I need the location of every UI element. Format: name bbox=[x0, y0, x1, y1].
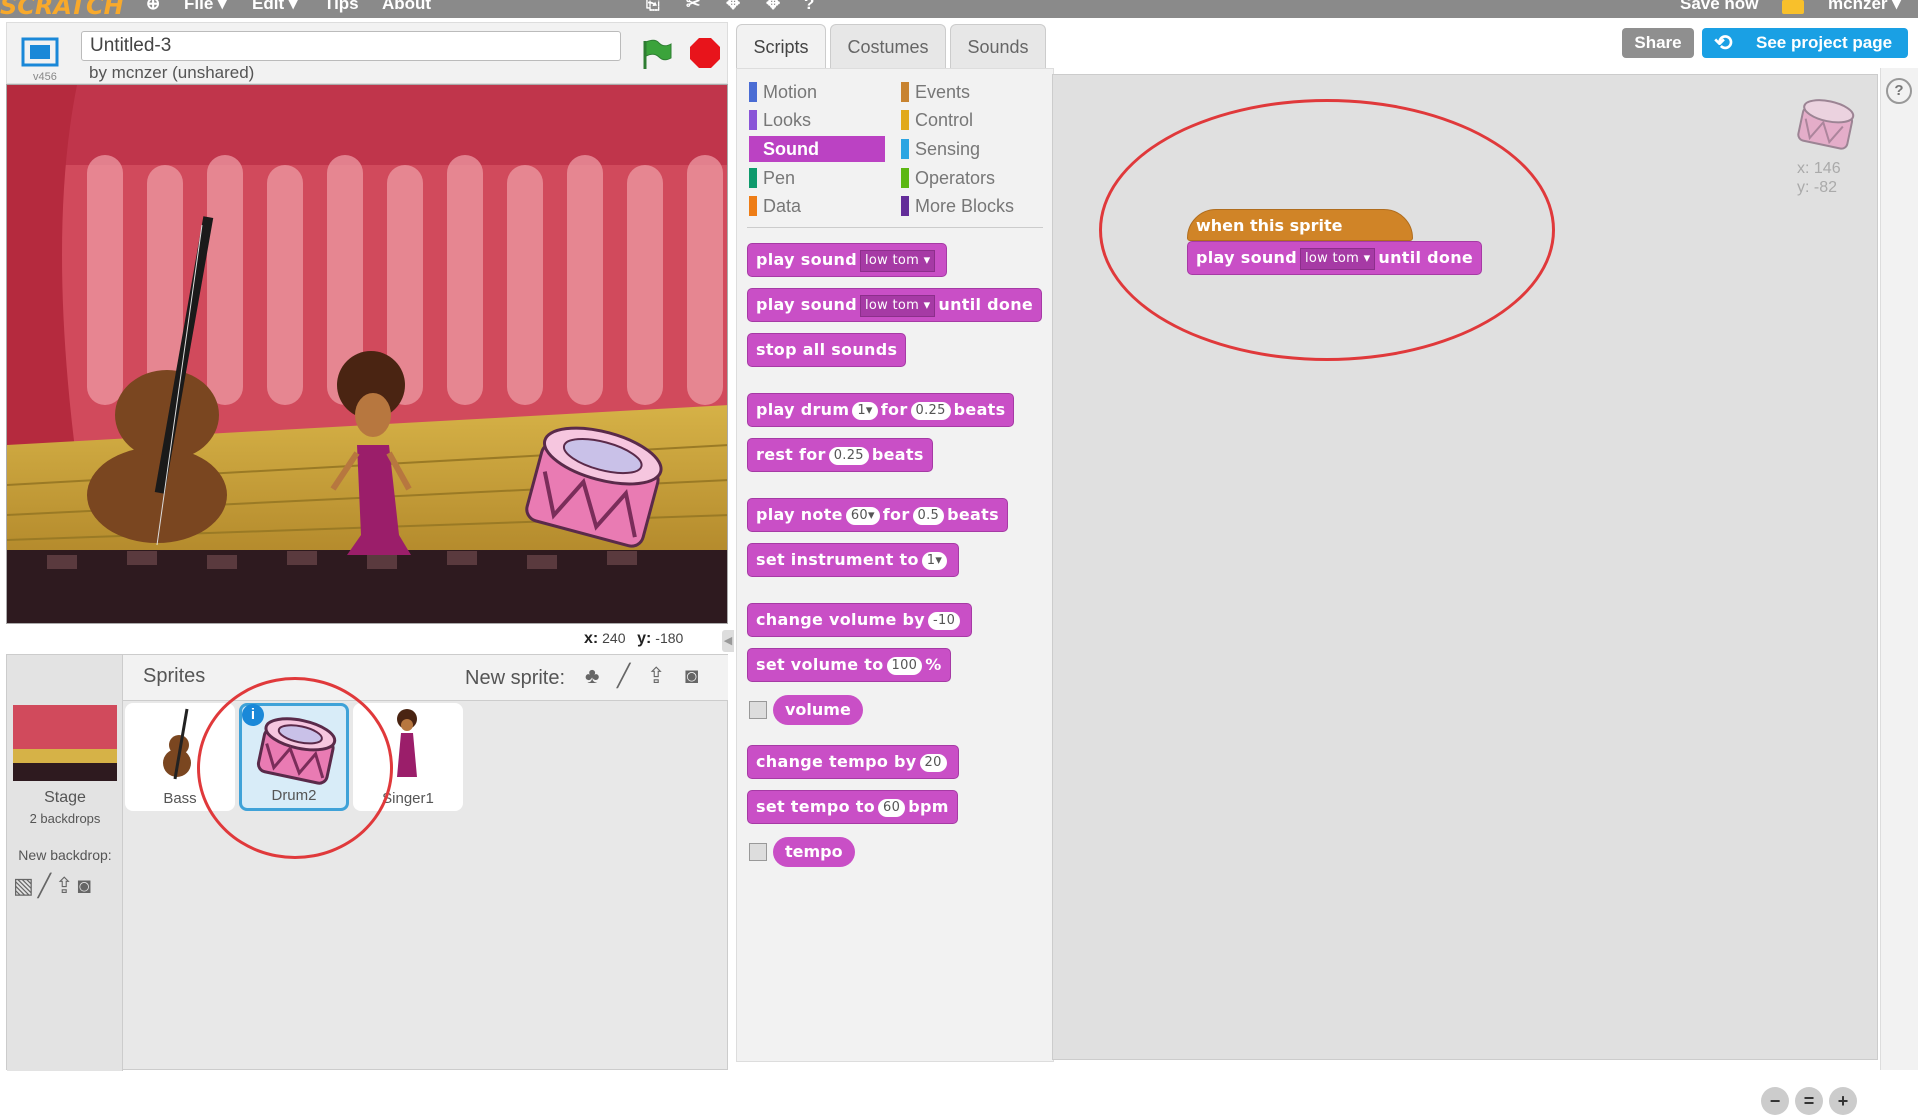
category-sensing[interactable]: Sensing bbox=[901, 136, 1037, 162]
sprites-header: Sprites New sprite: ♣ ╱ ⇪ ◙ bbox=[123, 655, 728, 701]
stage-backdrop bbox=[7, 85, 727, 623]
fullscreen-icon[interactable] bbox=[21, 37, 59, 67]
sprite-library-icon[interactable]: ♣ bbox=[585, 663, 613, 691]
upload-icon[interactable]: ⇪ bbox=[55, 873, 77, 898]
menu-file[interactable]: File ▾ bbox=[184, 0, 227, 14]
reporter-volume[interactable]: volume bbox=[773, 695, 863, 725]
stage-thumbnail[interactable] bbox=[13, 705, 117, 781]
new-sprite-label: New sprite: bbox=[465, 667, 566, 689]
project-title-input[interactable]: Untitled-3 bbox=[81, 31, 621, 61]
grow-icon[interactable]: ✥ bbox=[726, 0, 740, 14]
block-play-drum[interactable]: play drum 1▾ for 0.25 beats bbox=[747, 393, 1015, 427]
stage-header: v456 Untitled-3 by mcnzer (unshared) bbox=[6, 22, 728, 84]
highlight-circle bbox=[1099, 99, 1555, 361]
save-now-button[interactable]: Save now bbox=[1680, 0, 1758, 14]
block-set-instrument[interactable]: set instrument to 1▾ bbox=[747, 543, 960, 577]
stage-column: Stage 2 backdrops New backdrop: ▧╱⇪◙ bbox=[7, 655, 123, 1071]
stage-coordinates: x: 240 y: -180 bbox=[584, 630, 684, 647]
tab-costumes[interactable]: Costumes bbox=[830, 24, 946, 68]
divider bbox=[747, 227, 1043, 228]
category-pen[interactable]: Pen bbox=[749, 165, 885, 191]
block-play-sound[interactable]: play sound low tom ▾ bbox=[747, 243, 948, 277]
menu-edit[interactable]: Edit ▾ bbox=[252, 0, 297, 14]
zoom-out-icon[interactable]: − bbox=[1761, 1087, 1789, 1115]
sync-icon: ⟲ bbox=[1714, 30, 1733, 55]
collapse-stage-icon[interactable]: ◀ bbox=[722, 630, 734, 652]
new-backdrop-label: New backdrop: bbox=[18, 847, 112, 863]
stage-y-value: -180 bbox=[655, 630, 684, 646]
motion-swatch bbox=[749, 82, 757, 102]
upload-sprite-icon[interactable]: ⇪ bbox=[647, 663, 675, 691]
share-button[interactable]: Share bbox=[1622, 28, 1694, 58]
bass-icon bbox=[163, 708, 191, 780]
category-operators[interactable]: Operators bbox=[901, 165, 1037, 191]
volume-checkbox[interactable] bbox=[749, 701, 767, 719]
stop-icon[interactable] bbox=[689, 37, 721, 69]
help-icon[interactable]: ? bbox=[804, 0, 814, 14]
reporter-tempo[interactable]: tempo bbox=[773, 837, 855, 867]
paint-backdrop-icon[interactable]: ▧ bbox=[13, 873, 38, 898]
stage-x-value: 240 bbox=[602, 630, 626, 646]
menu-bar: SCRATCH ⊕ File ▾ Edit ▾ Tips About ⎘ ✂ ✥… bbox=[0, 0, 1918, 20]
delete-icon[interactable]: ✂ bbox=[686, 0, 700, 14]
block-set-volume[interactable]: set volume to 100% bbox=[747, 648, 951, 682]
category-data[interactable]: Data bbox=[749, 193, 885, 219]
highlight-circle bbox=[197, 677, 393, 859]
folder-icon[interactable] bbox=[1782, 0, 1804, 14]
zoom-reset-icon[interactable]: = bbox=[1795, 1087, 1823, 1115]
sprite-position: x: 146 y: -82 bbox=[1797, 160, 1841, 196]
see-project-page-button[interactable]: ⟲ See project page bbox=[1702, 28, 1908, 58]
category-control[interactable]: Control bbox=[901, 107, 1037, 133]
block-play-sound-until-done[interactable]: play sound low tom ▾ until done bbox=[747, 288, 1043, 322]
scripts-area[interactable]: when this sprite clicked play soundlow t… bbox=[1052, 74, 1878, 1115]
green-flag-icon[interactable] bbox=[639, 37, 673, 71]
menu-tips[interactable]: Tips bbox=[324, 0, 359, 14]
category-looks[interactable]: Looks bbox=[749, 107, 885, 133]
block-stop-all-sounds[interactable]: stop all sounds bbox=[747, 333, 907, 367]
block-change-volume[interactable]: change volume by -10 bbox=[747, 603, 973, 637]
paint-sprite-icon[interactable]: ╱ bbox=[617, 663, 645, 691]
stage-label: Stage bbox=[44, 789, 86, 806]
version-label: v456 bbox=[33, 71, 57, 83]
sprites-title: Sprites bbox=[143, 665, 206, 687]
new-backdrop-tools: ▧╱⇪◙ bbox=[13, 873, 95, 899]
category-events[interactable]: Events bbox=[901, 79, 1037, 105]
right-strip bbox=[1880, 68, 1918, 1070]
menu-about[interactable]: About bbox=[382, 0, 431, 14]
category-sound[interactable]: Sound bbox=[749, 136, 885, 162]
duplicate-icon[interactable]: ⎘ bbox=[646, 0, 660, 14]
stage-backdrop-count: 2 backdrops bbox=[29, 811, 101, 826]
singer-icon bbox=[397, 709, 417, 777]
user-menu[interactable]: mcnzer ▾ bbox=[1828, 0, 1901, 14]
help-icon[interactable]: ? bbox=[1886, 78, 1912, 104]
project-byline: by mcnzer (unshared) bbox=[89, 63, 255, 82]
camera-sprite-icon[interactable]: ◙ bbox=[685, 663, 713, 691]
globe-icon[interactable]: ⊕ bbox=[146, 0, 160, 14]
tab-sounds[interactable]: Sounds bbox=[950, 24, 1046, 68]
scratch-logo[interactable]: SCRATCH bbox=[0, 0, 124, 20]
pencil-icon[interactable]: ╱ bbox=[38, 873, 55, 898]
tab-scripts[interactable]: Scripts bbox=[736, 24, 826, 68]
block-set-tempo[interactable]: set tempo to 60 bpm bbox=[747, 790, 958, 824]
category-more-blocks[interactable]: More Blocks bbox=[901, 193, 1037, 219]
stage-canvas[interactable] bbox=[6, 84, 728, 624]
zoom-in-icon[interactable]: + bbox=[1829, 1087, 1857, 1115]
sprites-pane: Stage 2 backdrops New backdrop: ▧╱⇪◙ Spr… bbox=[6, 654, 728, 1071]
block-change-tempo[interactable]: change tempo by 20 bbox=[747, 745, 959, 779]
block-play-note[interactable]: play note 60▾ for 0.5 beats bbox=[747, 498, 1008, 532]
shrink-icon[interactable]: ✥ bbox=[766, 0, 780, 14]
block-palette: Motion Looks Sound Pen Data Events Contr… bbox=[736, 68, 1054, 1062]
tempo-checkbox[interactable] bbox=[749, 843, 767, 861]
current-sprite-icon bbox=[1797, 99, 1855, 150]
camera-icon[interactable]: ◙ bbox=[77, 873, 94, 898]
category-motion[interactable]: Motion bbox=[749, 79, 885, 105]
block-rest[interactable]: rest for 0.25 beats bbox=[747, 438, 933, 472]
